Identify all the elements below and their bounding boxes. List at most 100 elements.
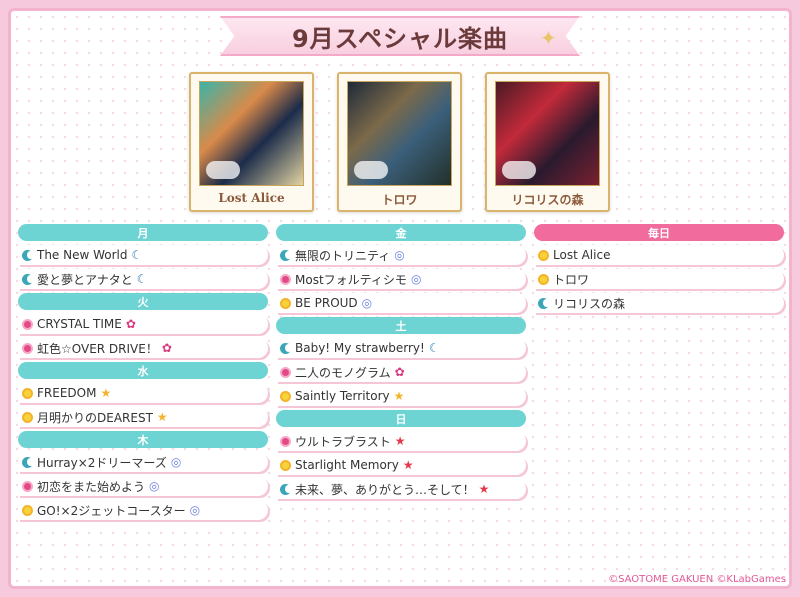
song-title: GO!×2ジェットコースター [37,503,186,518]
song-row[interactable]: 無限のトリニティ ◎ [276,245,526,265]
day-header: 日 [276,410,526,427]
star-icon: ★ [156,410,168,424]
sun-icon [538,249,549,261]
song-title: Saintly Territory [295,389,390,403]
day-header: 火 [18,293,268,310]
page-title: 9月スペシャル楽曲 [291,24,509,53]
song-title: CRYSTAL TIME [37,317,122,331]
song-row[interactable]: 未来、夢、ありがとう…そして！ ★ [276,479,526,499]
schedule-column-daily: 毎日 Lost Alice トロワリコリスの森 [534,224,784,317]
moon-icon [22,273,34,285]
song-row[interactable]: The New World ☾ [18,245,268,265]
sun-icon [22,411,33,423]
day-header: 木 [18,431,268,448]
red-star-icon: ★ [402,458,414,472]
moon-icon [22,249,34,261]
song-title: 月明かりのDEAREST [37,410,153,425]
flower-icon [22,342,33,354]
orb-icon: ◎ [394,248,405,262]
song-title: Starlight Memory [295,458,399,472]
song-row[interactable]: 初恋をまた始めよう ◎ [18,476,268,496]
song-row[interactable]: Lost Alice [534,245,784,265]
moon-icon [22,456,34,468]
schedule-column-weekdays: 月 The New World ☾ 愛と夢とアナタと ☾ 火 CRYSTAL TIME ✿ 虹色… [18,224,268,524]
flower-icon [22,318,33,330]
sun-icon [280,297,291,309]
song-title: 愛と夢とアナタと [37,272,133,287]
song-title: 二人のモノグラム [295,365,391,380]
moon-icon: ☾ [428,341,440,355]
album-name: リコリスの森 [511,193,584,207]
day-header: 毎日 [534,224,784,241]
moon-icon: ☾ [136,272,148,286]
song-title: BE PROUD [295,296,358,310]
flower-icon [280,273,291,285]
orb-icon: ◎ [170,455,182,469]
album-card[interactable]: リコリスの森 [485,72,610,212]
song-row[interactable]: ウルトラブラスト ★ [276,431,526,451]
title-banner: 9月スペシャル楽曲 [220,16,580,56]
sun-icon [280,459,291,471]
moon-icon [280,249,292,261]
song-row[interactable]: Saintly Territory ★ [276,386,526,406]
day-header: 水 [18,362,268,379]
sun-icon [280,390,291,402]
song-title: リコリスの森 [553,296,626,311]
song-row[interactable]: FREEDOM ★ [18,383,268,403]
song-title: Baby! My strawberry! [295,341,425,355]
song-row[interactable]: 二人のモノグラム ✿ [276,362,526,382]
song-row[interactable]: CRYSTAL TIME ✿ [18,314,268,334]
day-header: 月 [18,224,268,241]
song-row[interactable]: GO!×2ジェットコースター ◎ [18,500,268,520]
song-row[interactable]: 愛と夢とアナタと ☾ [18,269,268,289]
song-row[interactable]: Baby! My strawberry! ☾ [276,338,526,358]
sun-icon [22,387,33,399]
moon-icon [280,483,292,495]
day-header: 土 [276,317,526,334]
flower-icon [280,366,291,378]
song-row[interactable]: 月明かりのDEAREST ★ [18,407,268,427]
star-icon: ★ [393,389,405,403]
song-row[interactable]: トロワ [534,269,784,289]
album-row: Lost Alice トロワ リコリスの森 [189,72,613,212]
song-row[interactable]: Hurray×2ドリーマーズ ◎ [18,452,268,472]
sparkle-icon: ✦ [540,26,557,50]
song-title: Mostフォルティシモ [295,272,407,287]
album-name: トロワ [381,193,418,207]
red-star-icon: ★ [478,482,490,496]
song-row[interactable]: Starlight Memory ★ [276,455,526,475]
copyright-text: ©SAOTOME GAKUEN ©KLabGames [608,574,786,585]
song-row[interactable]: リコリスの森 [534,293,784,313]
orb-icon: ◎ [361,296,373,310]
album-card[interactable]: トロワ [337,72,462,212]
song-title: FREEDOM [37,386,97,400]
moon-icon: ☾ [131,248,143,262]
song-title: トロワ [553,272,590,287]
orb-icon: ◎ [189,503,201,517]
song-row[interactable]: 虹色☆OVER DRIVE！ ✿ [18,338,268,358]
album-card[interactable]: Lost Alice [189,72,314,212]
schedule-column-weekend: 金無限のトリニティ ◎ Mostフォルティシモ ◎ BE PROUD ◎ 土 Baby! My… [276,224,526,503]
album-cover-image [199,81,304,186]
sun-icon [22,504,33,516]
song-title: 未来、夢、ありがとう…そして！ [295,482,475,497]
gear-icon: ✿ [394,365,405,379]
gear-icon: ✿ [125,317,136,331]
star-icon: ★ [100,386,112,400]
song-row[interactable]: BE PROUD ◎ [276,293,526,313]
album-name: Lost Alice [218,191,285,205]
sun-icon [538,273,549,285]
day-header: 金 [276,224,526,241]
song-title: Hurray×2ドリーマーズ [37,455,167,470]
song-title: 初恋をまた始めよう [37,479,146,494]
song-title: ウルトラブラスト [295,434,391,449]
song-title: 虹色☆OVER DRIVE！ [37,341,158,356]
flower-icon [280,435,291,447]
flower-icon [22,480,33,492]
orb-icon: ◎ [410,272,422,286]
song-row[interactable]: Mostフォルティシモ ◎ [276,269,526,289]
album-cover-image [495,81,600,186]
song-title: The New World [37,248,128,262]
orb-icon: ◎ [149,479,160,493]
gear-icon: ✿ [161,341,172,355]
